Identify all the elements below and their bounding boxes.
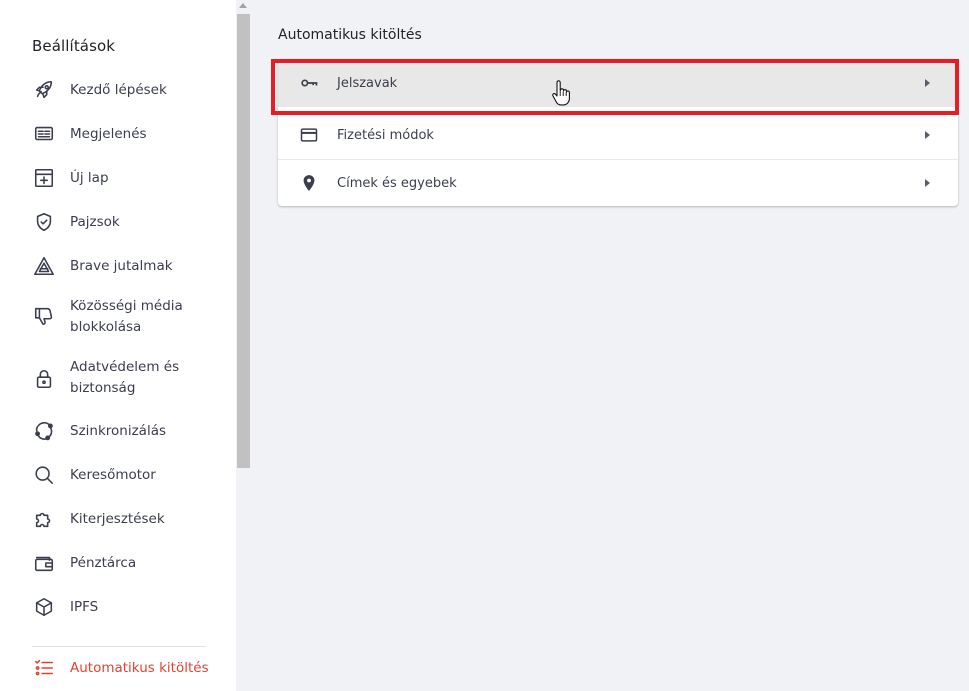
sidebar-item-label: Pajzsok (70, 213, 120, 230)
hand-cursor-icon (552, 80, 570, 106)
sidebar-item-privacy-security[interactable]: Adatvédelem és biztonság (32, 357, 222, 398)
list-check-icon (32, 656, 56, 680)
passwords-row[interactable]: Jelszavak (278, 59, 958, 107)
puzzle-icon (32, 507, 56, 531)
sidebar-item-ipfs[interactable]: IPFS (32, 595, 222, 619)
sidebar-title: Beállítások (32, 37, 116, 55)
sidebar-item-extensions[interactable]: Kiterjesztések (32, 507, 222, 531)
sidebar-item-label: Adatvédelem és biztonság (70, 359, 180, 396)
sidebar-item-label: Kezdő lépések (70, 81, 167, 98)
sidebar-item-label: Brave jutalmak (70, 257, 173, 274)
cube-icon (32, 595, 56, 619)
row-label: Jelszavak (337, 75, 398, 91)
sidebar-item-new-tab[interactable]: Új lap (32, 166, 222, 190)
sidebar-divider (32, 646, 206, 647)
settings-sidebar: Beállítások Kezdő lépések Megjelenés Új … (0, 0, 236, 691)
sidebar-item-label: Pénztárca (70, 554, 137, 571)
sidebar-item-label: Közösségi média blokkolása (70, 298, 183, 335)
payment-methods-row[interactable]: Fizetési módok (278, 111, 958, 159)
sidebar-item-label: IPFS (70, 598, 99, 615)
wallet-icon (32, 551, 56, 575)
new-tab-icon (32, 166, 56, 190)
chevron-right-icon (925, 131, 930, 139)
rewards-triangle-icon (32, 254, 56, 278)
location-pin-icon (299, 173, 319, 193)
sidebar-item-sync[interactable]: Szinkronizálás (32, 419, 222, 443)
sidebar-item-social-media-blocking[interactable]: Közösségi média blokkolása (32, 296, 222, 337)
row-label: Címek és egyebek (337, 175, 457, 191)
sync-icon (32, 419, 56, 443)
row-divider (278, 159, 958, 160)
row-divider (278, 111, 958, 112)
row-label: Fizetési módok (337, 127, 434, 143)
sidebar-item-wallet[interactable]: Pénztárca (32, 551, 222, 575)
sidebar-item-label: Kiterjesztések (70, 510, 165, 527)
sidebar-item-label: Szinkronizálás (70, 422, 167, 439)
autofill-card: Jelszavak Fizetési módok Címek és egyebe… (278, 59, 958, 206)
rocket-icon (32, 78, 56, 102)
sidebar-item-brave-rewards[interactable]: Brave jutalmak (32, 254, 222, 278)
thumbs-down-icon (32, 304, 56, 328)
lock-icon (32, 367, 56, 391)
sidebar-item-autofill[interactable]: Automatikus kitöltés (32, 656, 222, 680)
sidebar-item-label: Keresőmotor (70, 466, 156, 483)
appearance-icon (32, 122, 56, 146)
shield-icon (32, 210, 56, 234)
sidebar-item-appearance[interactable]: Megjelenés (32, 122, 222, 146)
sidebar-item-shields[interactable]: Pajzsok (32, 210, 222, 234)
addresses-row[interactable]: Címek és egyebek (278, 159, 958, 207)
chevron-right-icon (925, 79, 930, 87)
sidebar-item-search-engine[interactable]: Keresőmotor (32, 463, 222, 487)
sidebar-item-label: Új lap (70, 169, 109, 186)
sidebar-item-label: Megjelenés (70, 125, 147, 142)
sidebar-item-label: Automatikus kitöltés (70, 659, 209, 676)
key-icon (299, 73, 319, 93)
scrollbar-thumb[interactable] (237, 14, 250, 468)
chevron-right-icon (925, 179, 930, 187)
scroll-up-arrow-icon[interactable] (239, 3, 247, 8)
page-title: Automatikus kitöltés (278, 27, 422, 43)
sidebar-item-getting-started[interactable]: Kezdő lépések (32, 78, 222, 102)
credit-card-icon (299, 125, 319, 145)
search-icon (32, 463, 56, 487)
